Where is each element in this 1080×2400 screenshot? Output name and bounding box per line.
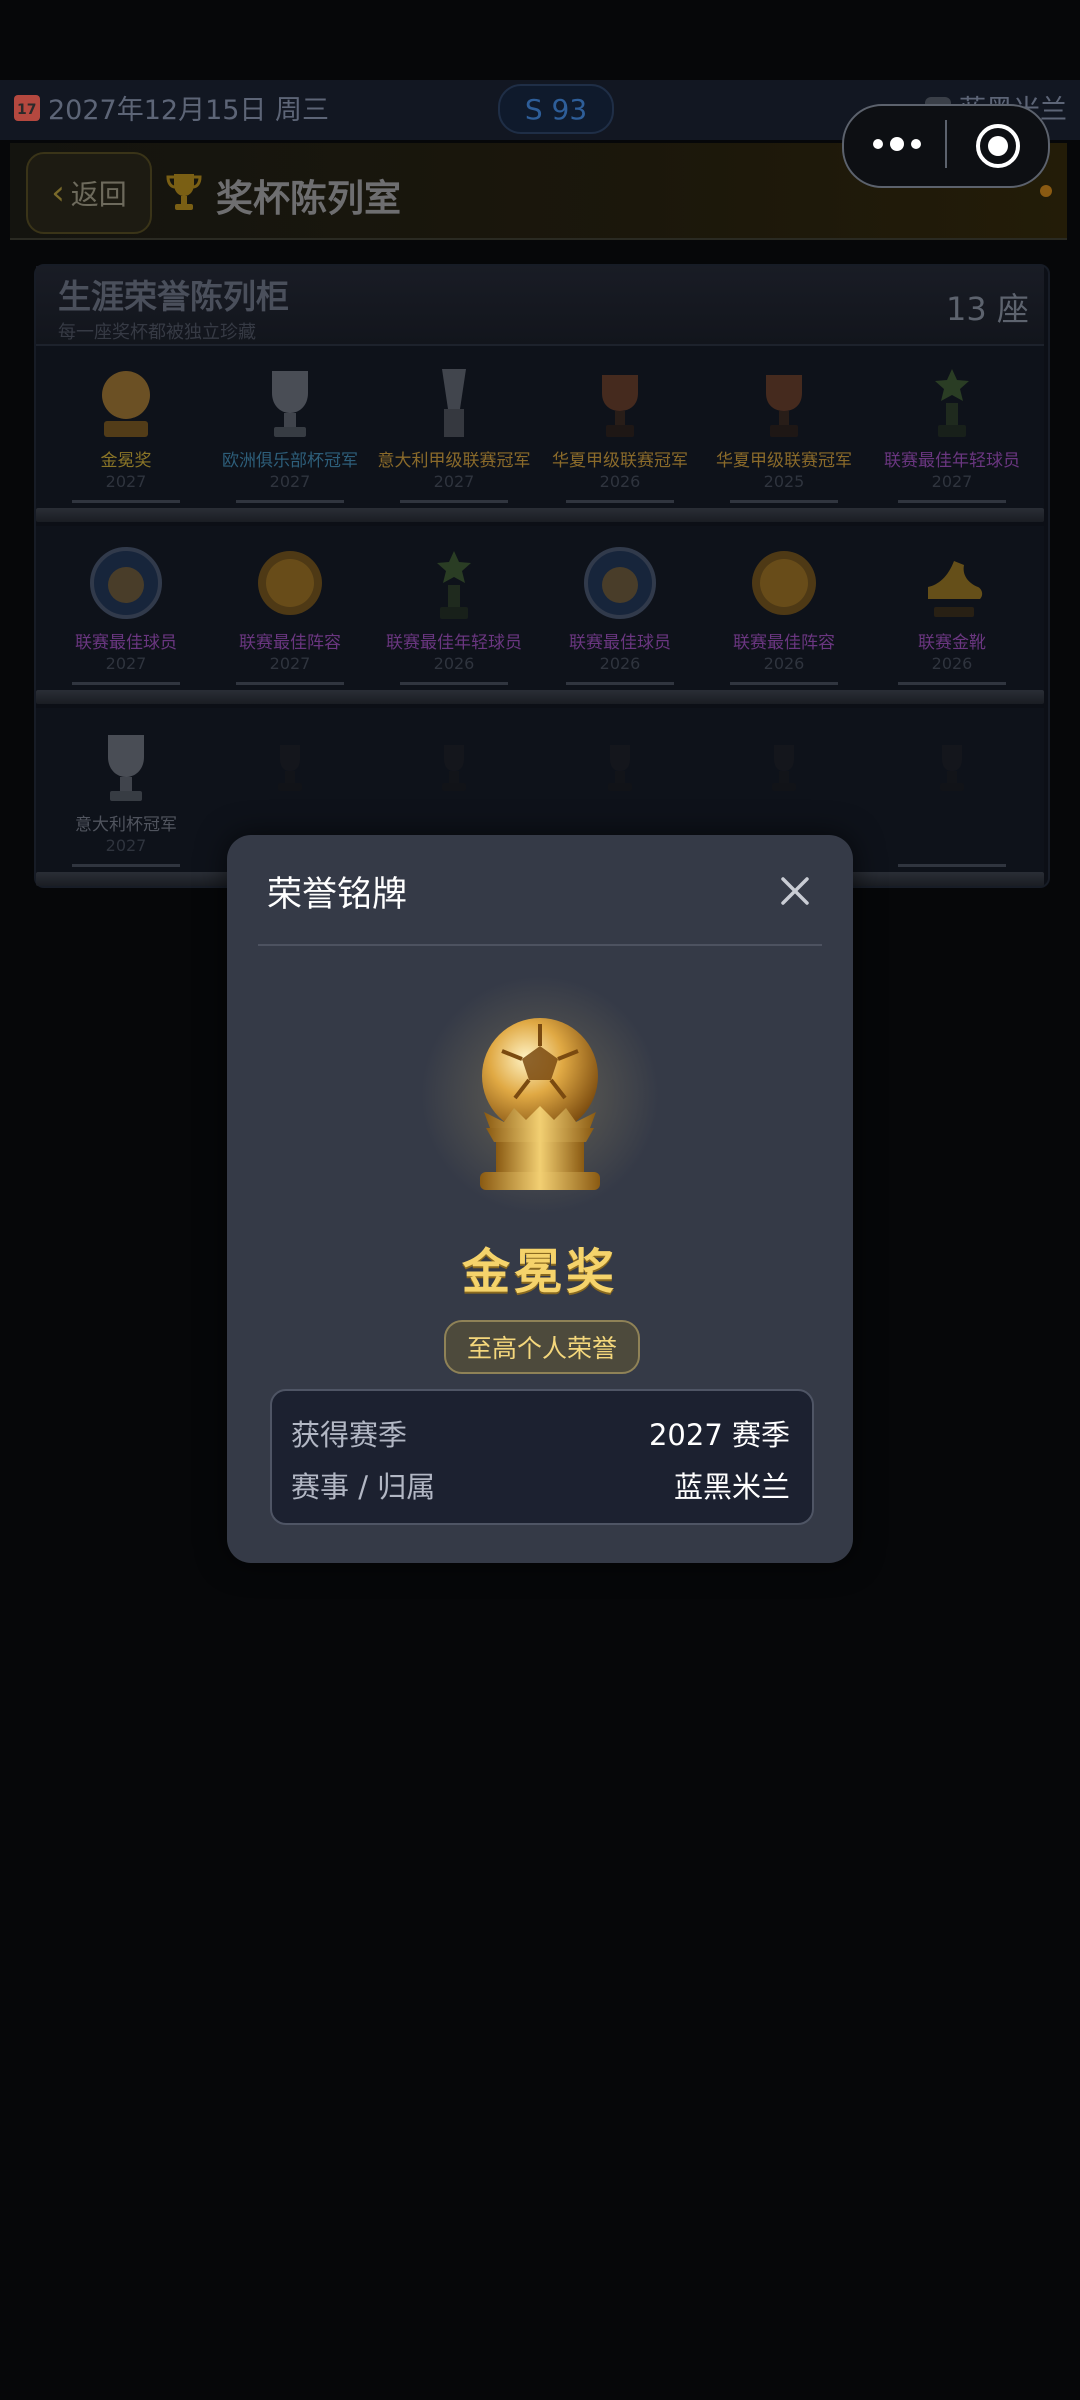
season-label: 获得赛季 (291, 1418, 408, 1452)
golden-ball-trophy-icon (480, 1018, 600, 1190)
season-value: 2027 赛季 (648, 1418, 790, 1452)
award-name: 金冕奖 (461, 1244, 618, 1300)
award-tier-badge: 至高个人荣誉 (444, 1320, 640, 1374)
modal-title: 荣誉铭牌 (267, 875, 408, 915)
competition-value: 蓝黑米兰 (673, 1470, 790, 1504)
close-icon[interactable] (776, 872, 814, 910)
competition-label: 赛事 / 归属 (291, 1470, 436, 1504)
modal-divider (258, 944, 822, 946)
